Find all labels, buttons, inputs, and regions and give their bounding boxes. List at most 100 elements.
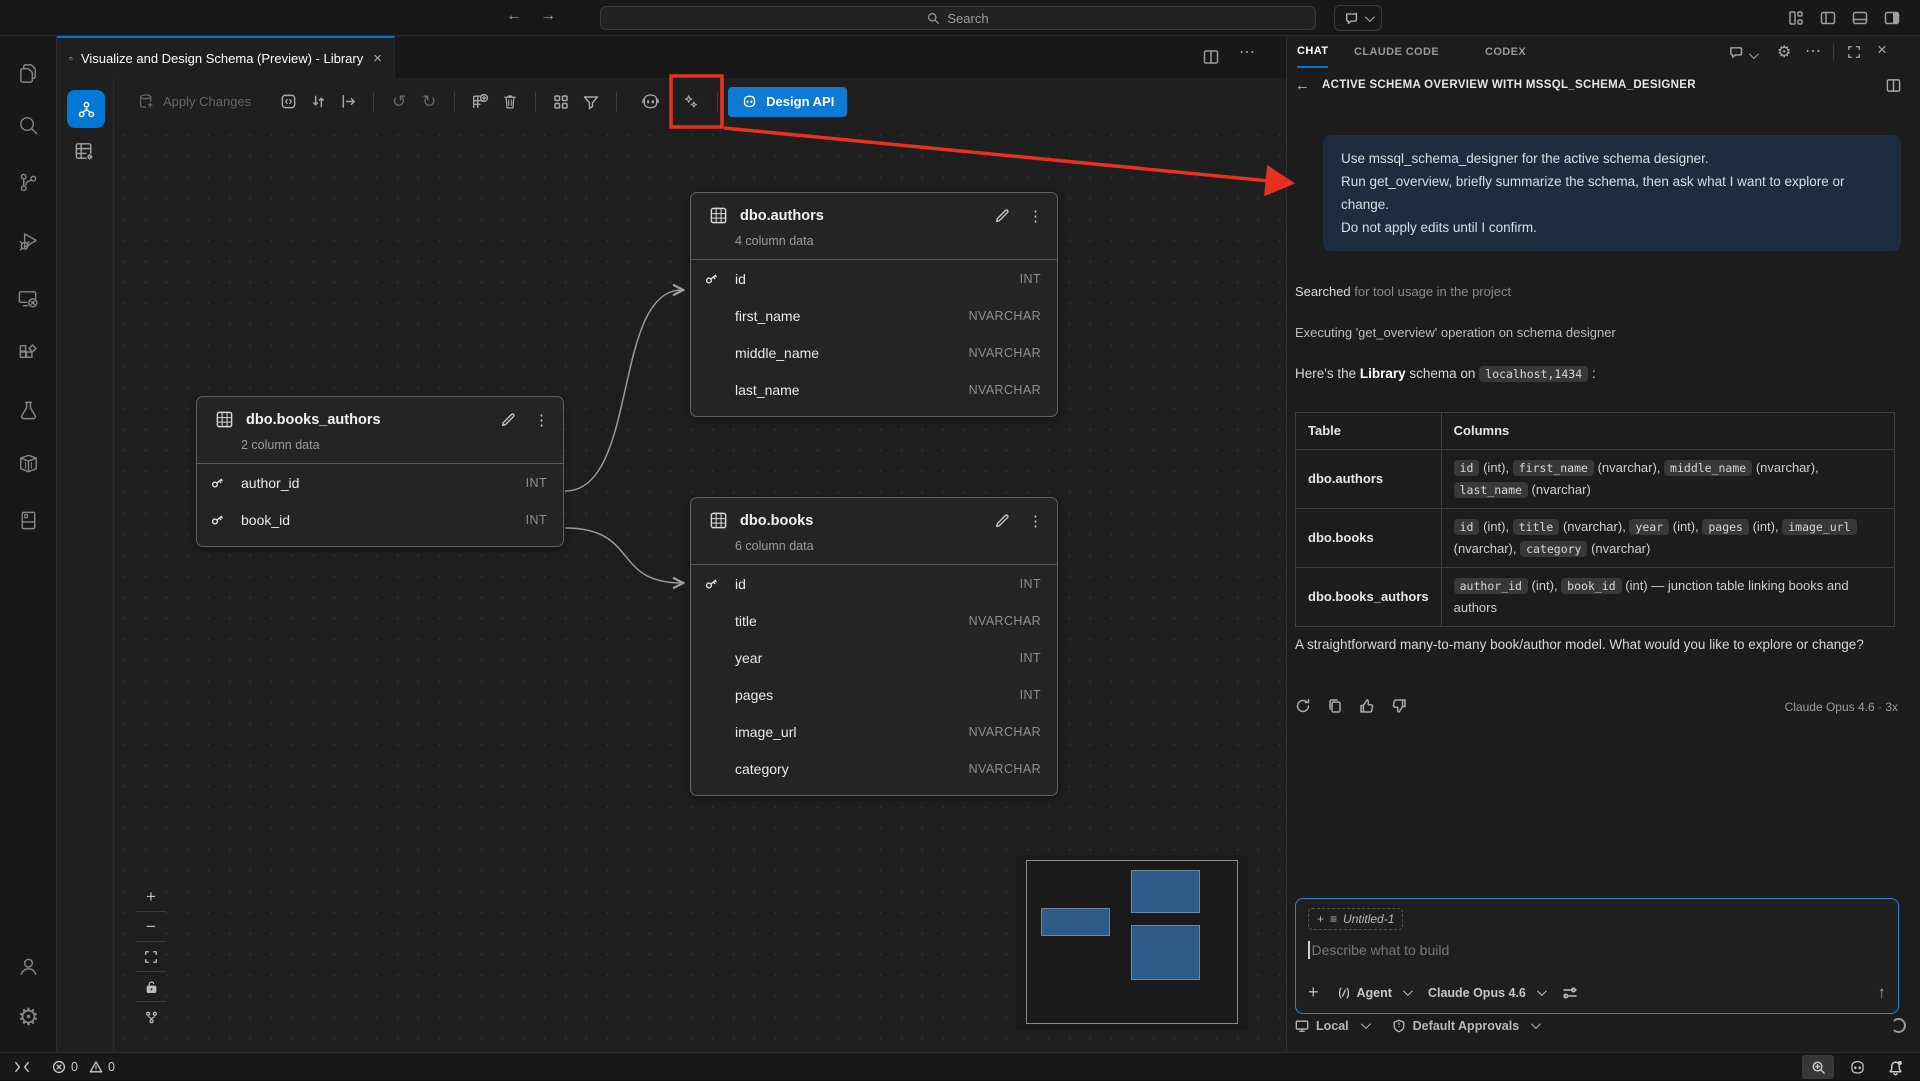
reset-layout-button[interactable] xyxy=(136,1002,166,1032)
zoom-out-button[interactable]: − xyxy=(136,912,166,942)
delete-table-icon[interactable] xyxy=(495,87,525,117)
column-row[interactable]: image_url NVARCHAR xyxy=(691,713,1057,750)
search-icon[interactable] xyxy=(0,101,57,149)
compare-changes-icon[interactable] xyxy=(303,87,333,117)
fit-view-button[interactable] xyxy=(136,942,166,972)
tab-codex[interactable]: CODEX xyxy=(1485,36,1526,68)
copy-icon[interactable] xyxy=(1327,698,1343,714)
context-file-name: Untitled-1 xyxy=(1343,912,1394,926)
column-row[interactable]: author_id INT xyxy=(197,464,563,501)
back-arrow-icon[interactable]: ← xyxy=(506,7,522,25)
retry-icon[interactable] xyxy=(1295,698,1311,714)
table-grid-icon xyxy=(709,511,728,530)
tab-visualize-design-schema[interactable]: Visualize and Design Schema (Preview) - … xyxy=(57,36,395,78)
table-menu-icon[interactable]: ⋮ xyxy=(1028,512,1043,530)
chat-settings-gear-icon[interactable]: ⚙ xyxy=(1777,42,1791,62)
environment-dropdown[interactable]: Local xyxy=(1295,1019,1368,1033)
zoom-in-button[interactable]: + xyxy=(136,882,166,912)
column-row[interactable]: first_name NVARCHAR xyxy=(691,297,1057,334)
source-control-icon[interactable] xyxy=(0,158,57,206)
column-row[interactable]: last_name NVARCHAR xyxy=(691,371,1057,408)
extensions-icon[interactable] xyxy=(0,328,57,376)
thumbs-down-icon[interactable] xyxy=(1391,698,1407,714)
problems-indicator[interactable]: 0 0 xyxy=(52,1053,115,1081)
mode-dropdown[interactable]: Agent xyxy=(1337,986,1410,1000)
context-attachment-chip[interactable]: + ≡ Untitled-1 xyxy=(1308,908,1403,930)
command-center-search[interactable]: Search xyxy=(600,6,1316,30)
column-row[interactable]: id INT xyxy=(691,565,1057,602)
apply-changes-button[interactable]: Apply Changes xyxy=(138,87,251,117)
column-row[interactable]: book_id INT xyxy=(197,501,563,538)
column-row[interactable]: category NVARCHAR xyxy=(691,750,1057,787)
accounts-icon[interactable] xyxy=(0,942,57,990)
chat-input-field[interactable]: Describe what to build xyxy=(1308,941,1449,959)
explorer-icon[interactable] xyxy=(0,49,57,97)
minimap[interactable] xyxy=(1016,855,1248,1030)
edit-table-icon[interactable] xyxy=(994,208,1010,224)
send-button[interactable]: ↑ xyxy=(1878,983,1887,1003)
close-tab-icon[interactable]: × xyxy=(373,50,382,67)
open-in-editor-icon[interactable] xyxy=(1886,78,1901,93)
editor-actions-more-icon[interactable]: ⋯ xyxy=(1239,42,1255,62)
back-icon[interactable]: ← xyxy=(1295,77,1310,94)
table-menu-icon[interactable]: ⋮ xyxy=(1028,207,1043,225)
split-editor-icon[interactable] xyxy=(1203,49,1219,65)
edit-table-icon[interactable] xyxy=(500,412,516,428)
column-row[interactable]: middle_name NVARCHAR xyxy=(691,334,1057,371)
add-table-icon[interactable] xyxy=(465,87,495,117)
settings-gear-icon[interactable]: ⚙ xyxy=(0,994,57,1042)
design-api-button[interactable]: Design API xyxy=(728,87,847,117)
tab-chat[interactable]: CHAT xyxy=(1297,36,1328,68)
database-projects-icon[interactable] xyxy=(0,496,57,544)
chat-more-actions-icon[interactable]: ⋯ xyxy=(1805,41,1821,61)
tools-config-icon[interactable] xyxy=(1562,985,1578,1001)
notifications-bell-icon[interactable] xyxy=(1882,1055,1908,1079)
toggle-secondary-sidebar-icon[interactable] xyxy=(1884,10,1900,26)
tool-step-executing[interactable]: Executing 'get_overview' operation on sc… xyxy=(1295,325,1616,340)
sparkle-edit-icon[interactable] xyxy=(673,87,707,117)
model-dropdown[interactable]: Claude Opus 4.6 xyxy=(1428,986,1544,1000)
chat-sessions-icon[interactable] xyxy=(1729,45,1744,60)
tab-claude-code[interactable]: CLAUDE CODE xyxy=(1354,36,1439,68)
copilot-status-icon[interactable] xyxy=(1844,1055,1870,1079)
undo-icon[interactable]: ↺ xyxy=(384,87,414,117)
column-row[interactable]: pages INT xyxy=(691,676,1057,713)
auto-layout-icon[interactable] xyxy=(546,87,576,117)
attach-plus-icon[interactable]: + xyxy=(1308,982,1319,1003)
entity-table-books-authors[interactable]: dbo.books_authors ⋮ 2 column data author… xyxy=(196,396,564,547)
customize-layout-icon[interactable] xyxy=(1788,10,1804,26)
zoom-indicator-icon[interactable] xyxy=(1802,1055,1834,1079)
remote-indicator[interactable] xyxy=(14,1053,30,1081)
column-row[interactable]: title NVARCHAR xyxy=(691,602,1057,639)
close-panel-icon[interactable]: × xyxy=(1877,40,1887,60)
tool-step-searched[interactable]: Searched for tool usage in the project xyxy=(1295,284,1511,299)
column-row[interactable]: year INT xyxy=(691,639,1057,676)
chat-input-box[interactable]: + ≡ Untitled-1 Describe what to build + … xyxy=(1295,898,1899,1014)
testing-icon[interactable] xyxy=(0,386,57,434)
toggle-primary-sidebar-icon[interactable] xyxy=(1820,10,1836,26)
schema-canvas[interactable]: dbo.books_authors ⋮ 2 column data author… xyxy=(114,125,1286,1052)
filter-icon[interactable] xyxy=(576,87,606,117)
containers-icon[interactable] xyxy=(0,439,57,487)
entity-table-books[interactable]: dbo.books ⋮ 6 column data id INT title N… xyxy=(690,497,1058,796)
copilot-chat-toggle-button[interactable] xyxy=(1334,5,1382,31)
table-definitions-button[interactable] xyxy=(73,140,96,163)
table-menu-icon[interactable]: ⋮ xyxy=(534,411,549,429)
diagram-view-button[interactable] xyxy=(67,90,105,128)
maximize-panel-icon[interactable] xyxy=(1847,45,1861,59)
open-in-editor-icon[interactable] xyxy=(333,87,363,117)
edit-table-icon[interactable] xyxy=(994,513,1010,529)
toggle-panel-icon[interactable] xyxy=(1852,10,1868,26)
redo-icon[interactable]: ↻ xyxy=(414,87,444,117)
thumbs-up-icon[interactable] xyxy=(1359,698,1375,714)
approvals-dropdown[interactable]: Default Approvals xyxy=(1392,1019,1539,1033)
entity-table-authors[interactable]: dbo.authors ⋮ 4 column data id INT first… xyxy=(690,192,1058,417)
column-row[interactable]: id INT xyxy=(691,260,1057,297)
run-and-debug-icon[interactable] xyxy=(0,217,57,265)
remote-explorer-icon[interactable] xyxy=(0,274,57,322)
forward-arrow-icon[interactable]: → xyxy=(540,7,556,25)
chevron-down-icon[interactable] xyxy=(1749,47,1756,62)
lock-button[interactable] xyxy=(136,972,166,1002)
export-script-icon[interactable] xyxy=(273,87,303,117)
copilot-schema-button[interactable] xyxy=(627,87,673,117)
